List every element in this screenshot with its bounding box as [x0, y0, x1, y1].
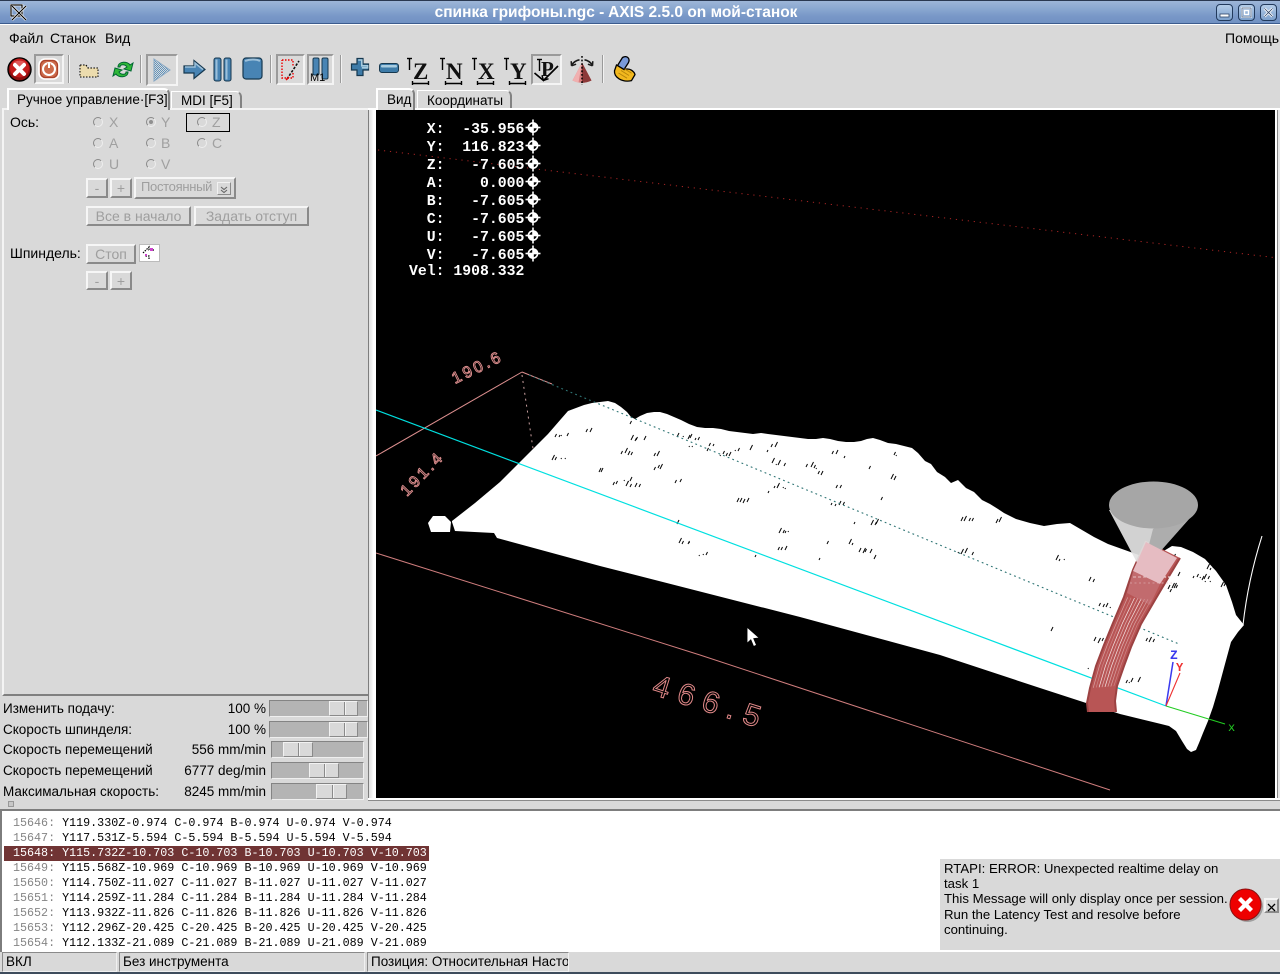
- svg-text:M1: M1: [310, 72, 325, 82]
- svg-text:N: N: [446, 59, 463, 84]
- svg-text:Z: Z: [413, 59, 428, 84]
- svg-text:X: X: [478, 59, 495, 84]
- svg-text:x: x: [1228, 721, 1235, 735]
- svg-text:Y: Y: [1176, 661, 1184, 675]
- svg-text:Y: Y: [510, 59, 527, 84]
